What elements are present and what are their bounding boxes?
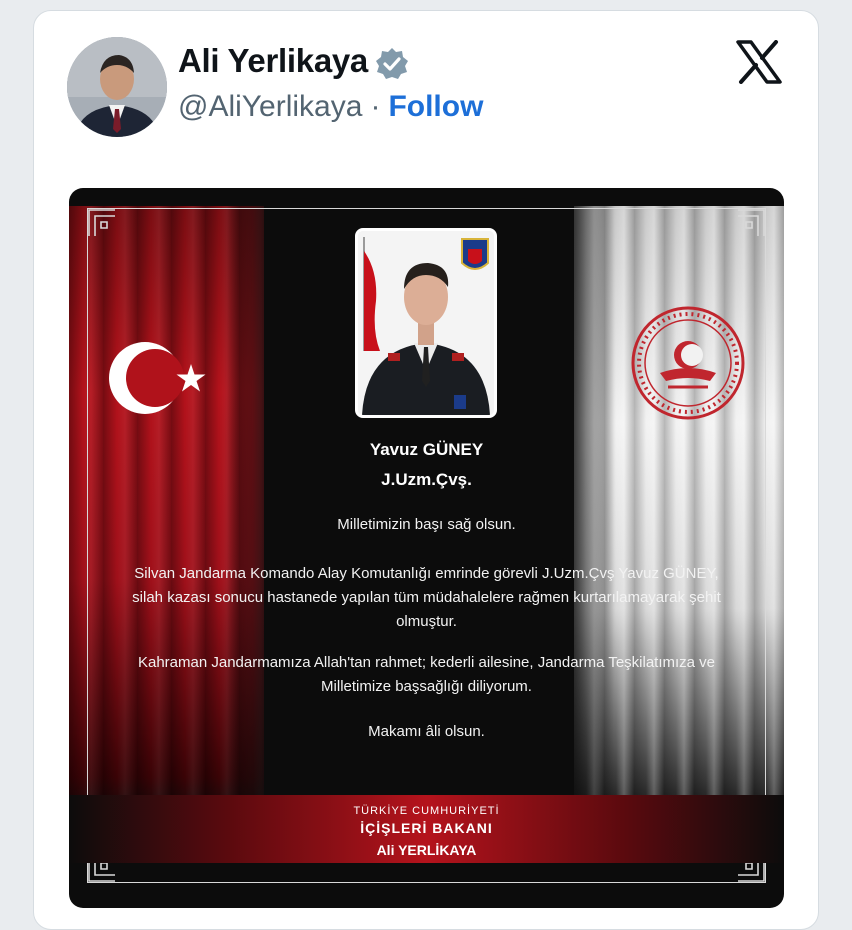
frame-corner-icon — [738, 209, 765, 236]
banner-line-3: Ali YERLİKAYA — [376, 842, 477, 858]
soldier-portrait-image — [358, 231, 494, 415]
avatar-image — [67, 37, 167, 137]
follow-button[interactable]: Follow — [388, 90, 483, 123]
author-avatar[interactable] — [67, 37, 167, 137]
author-name[interactable]: Ali Yerlikaya — [178, 42, 368, 80]
condolence-line-4: Makamı âli olsun. — [368, 723, 485, 740]
condolence-paragraph-2: Silvan Jandarma Komando Alay Komutanlığı… — [132, 565, 721, 630]
condolence-paragraph-3: Kahraman Jandarmamıza Allah'tan rahmet; … — [137, 654, 716, 695]
verified-badge-icon — [376, 48, 408, 79]
frame-corner-icon — [88, 209, 115, 236]
soldier-name: Yavuz GÜNEY — [369, 440, 484, 459]
handle-row: @AliYerlikaya · Follow — [178, 90, 483, 124]
banner-line-1: TÜRKİYE CUMHURİYETİ — [353, 805, 500, 817]
author-handle[interactable]: @AliYerlikaya — [178, 90, 362, 123]
ministry-banner: TÜRKİYE CUMHURİYETİ İÇİŞLERİ BAKANI Ali … — [69, 795, 784, 863]
soldier-photo — [355, 228, 497, 418]
x-logo-icon[interactable] — [736, 40, 782, 84]
separator-dot: · — [370, 90, 381, 123]
condolence-line-1: Milletimizin başı sağ olsun. — [337, 516, 516, 533]
post-image[interactable]: Yavuz GÜNEY J.Uzm.Çvş. Milletimizin başı… — [69, 188, 784, 908]
banner-line-2: İÇİŞLERİ BAKANI — [360, 820, 493, 836]
soldier-rank: J.Uzm.Çvş. — [381, 470, 472, 489]
